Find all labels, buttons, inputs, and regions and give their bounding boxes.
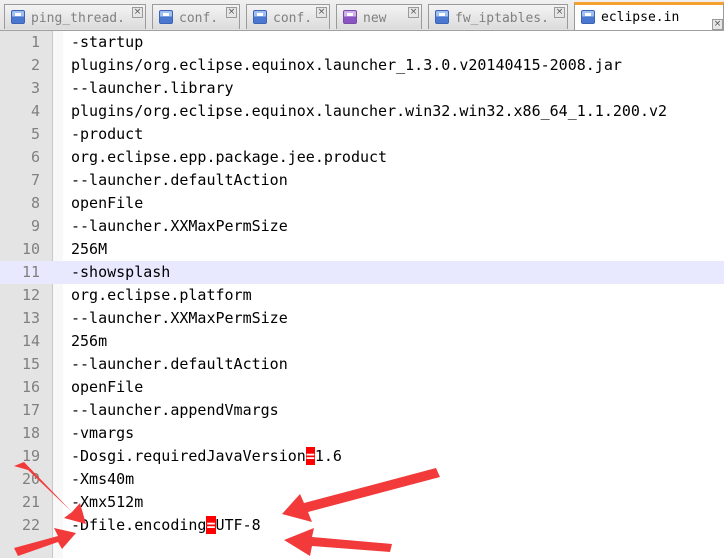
line-text: --launcher.XXMaxPermSize — [71, 217, 288, 235]
line-text: --launcher.defaultAction — [71, 171, 288, 189]
tab-conf-1[interactable]: conf. × — [152, 4, 240, 29]
line-text: --launcher.XXMaxPermSize — [71, 309, 288, 327]
line-number: 5 — [30, 125, 40, 143]
code-line[interactable]: 12 org.eclipse.platform — [0, 284, 724, 307]
tab-eclipse-ini[interactable]: eclipse.in × — [574, 2, 724, 30]
close-tab-icon[interactable]: × — [132, 7, 143, 18]
line-number: 13 — [21, 309, 40, 327]
line-number: 17 — [21, 401, 40, 419]
line-number: 4 — [30, 102, 40, 120]
disk-icon — [435, 10, 449, 24]
editor-area[interactable]: 1 -startup 2 plugins/org.eclipse.equinox.la… — [0, 31, 724, 558]
tab-new[interactable]: new × — [336, 4, 422, 29]
line-text: plugins/org.eclipse.equinox.launcher_1.3… — [71, 56, 622, 74]
line-text: plugins/org.eclipse.equinox.launcher.win… — [71, 102, 668, 120]
tab-bar: ping_thread. × conf. × conf. × new × fw_… — [0, 0, 724, 31]
line-text: -Dfile.encoding=UTF-8 — [71, 514, 261, 537]
tab-label: conf. — [179, 11, 219, 26]
line-text: -Dosgi.requiredJavaVersion=1.6 — [71, 445, 342, 468]
line-number: 21 — [21, 493, 40, 511]
line-number: 7 — [30, 171, 40, 189]
tab-ping-thread[interactable]: ping_thread. × — [4, 4, 146, 29]
disk-icon — [253, 10, 267, 24]
close-tab-icon[interactable]: × — [712, 19, 723, 30]
code-line[interactable]: 18 -vmargs — [0, 422, 724, 445]
line-number: 10 — [21, 240, 40, 258]
line-text: --launcher.defaultAction — [71, 355, 288, 373]
line-text: -showsplash — [71, 263, 171, 281]
line-number: 20 — [21, 470, 40, 488]
line-text: -vmargs — [71, 424, 135, 442]
tab-label: ping_thread. — [31, 11, 125, 26]
line-number: 16 — [21, 378, 40, 396]
code-line[interactable]: 11 -showsplash — [0, 261, 724, 284]
code-line[interactable]: 14 256m — [0, 330, 724, 353]
line-text: openFile — [71, 378, 144, 396]
line-text: --launcher.appendVmargs — [71, 401, 279, 419]
line-number: 12 — [21, 286, 40, 304]
line-number: 9 — [30, 217, 40, 235]
code-line[interactable]: 3 --launcher.library — [0, 77, 724, 100]
line-text: 256M — [71, 240, 108, 258]
code-line[interactable]: 9 --launcher.XXMaxPermSize — [0, 215, 724, 238]
key-text: -Dosgi.requiredJavaVersion — [71, 447, 306, 465]
tab-label: fw_iptables. — [455, 11, 549, 26]
disk-icon — [11, 10, 25, 24]
code-line[interactable]: 4 plugins/org.eclipse.equinox.launcher.wi… — [0, 100, 724, 123]
code-line[interactable]: 1 -startup — [0, 31, 724, 54]
code-line[interactable]: 19 -Dosgi.requiredJavaVersion=1.6 — [0, 445, 724, 468]
code-line[interactable]: 15 --launcher.defaultAction — [0, 353, 724, 376]
line-number: 1 — [30, 33, 40, 51]
code-line[interactable]: 17 --launcher.appendVmargs — [0, 399, 724, 422]
close-tab-icon[interactable]: × — [316, 7, 327, 18]
line-text: -Xmx512m — [71, 493, 144, 511]
code-line[interactable]: 20 -Xms40m — [0, 468, 724, 491]
value-text: UTF-8 — [215, 516, 261, 534]
close-tab-icon[interactable]: × — [226, 7, 237, 18]
code-line[interactable]: 22 -Dfile.encoding=UTF-8 — [0, 514, 724, 537]
code-line[interactable]: 21 -Xmx512m — [0, 491, 724, 514]
code-line[interactable]: 6 org.eclipse.epp.package.jee.product — [0, 146, 724, 169]
code-line[interactable]: 13 --launcher.XXMaxPermSize — [0, 307, 724, 330]
line-text: 256m — [71, 332, 108, 350]
equals-operator: = — [305, 447, 315, 465]
line-text: -Xms40m — [71, 470, 135, 488]
line-number: 8 — [30, 194, 40, 212]
disk-icon — [581, 10, 595, 24]
disk-icon — [343, 10, 357, 24]
line-number: 3 — [30, 79, 40, 97]
value-text: 1.6 — [314, 447, 342, 465]
close-tab-icon[interactable]: × — [408, 7, 419, 18]
code-line[interactable]: 16 openFile — [0, 376, 724, 399]
line-text: -startup — [71, 33, 144, 51]
line-number: 14 — [21, 332, 40, 350]
code-line[interactable]: 10 256M — [0, 238, 724, 261]
line-text: -product — [71, 125, 144, 143]
tab-label: eclipse.in — [601, 10, 680, 25]
tab-fw-iptables[interactable]: fw_iptables. × — [428, 4, 568, 29]
line-number: 18 — [21, 424, 40, 442]
line-text: --launcher.library — [71, 79, 234, 97]
line-number: 15 — [21, 355, 40, 373]
equals-operator: = — [206, 516, 216, 534]
disk-icon — [159, 10, 173, 24]
key-text: -Dfile.encoding — [71, 516, 207, 534]
line-text: org.eclipse.epp.package.jee.product — [71, 148, 388, 166]
line-text: openFile — [71, 194, 144, 212]
code-line[interactable]: 7 --launcher.defaultAction — [0, 169, 724, 192]
line-text: org.eclipse.platform — [71, 286, 252, 304]
line-number: 11 — [21, 263, 40, 281]
line-number: 2 — [30, 56, 40, 74]
tab-label: new — [363, 11, 387, 26]
close-tab-icon[interactable]: × — [554, 7, 565, 18]
tab-conf-2[interactable]: conf. × — [246, 4, 330, 29]
code-line[interactable]: 2 plugins/org.eclipse.equinox.launcher_1.… — [0, 54, 724, 77]
line-number: 22 — [21, 516, 40, 534]
code-line[interactable]: 5 -product — [0, 123, 724, 146]
line-number: 19 — [21, 447, 40, 465]
code-line[interactable]: 8 openFile — [0, 192, 724, 215]
tab-label: conf. — [273, 11, 313, 26]
line-number: 6 — [30, 148, 40, 166]
